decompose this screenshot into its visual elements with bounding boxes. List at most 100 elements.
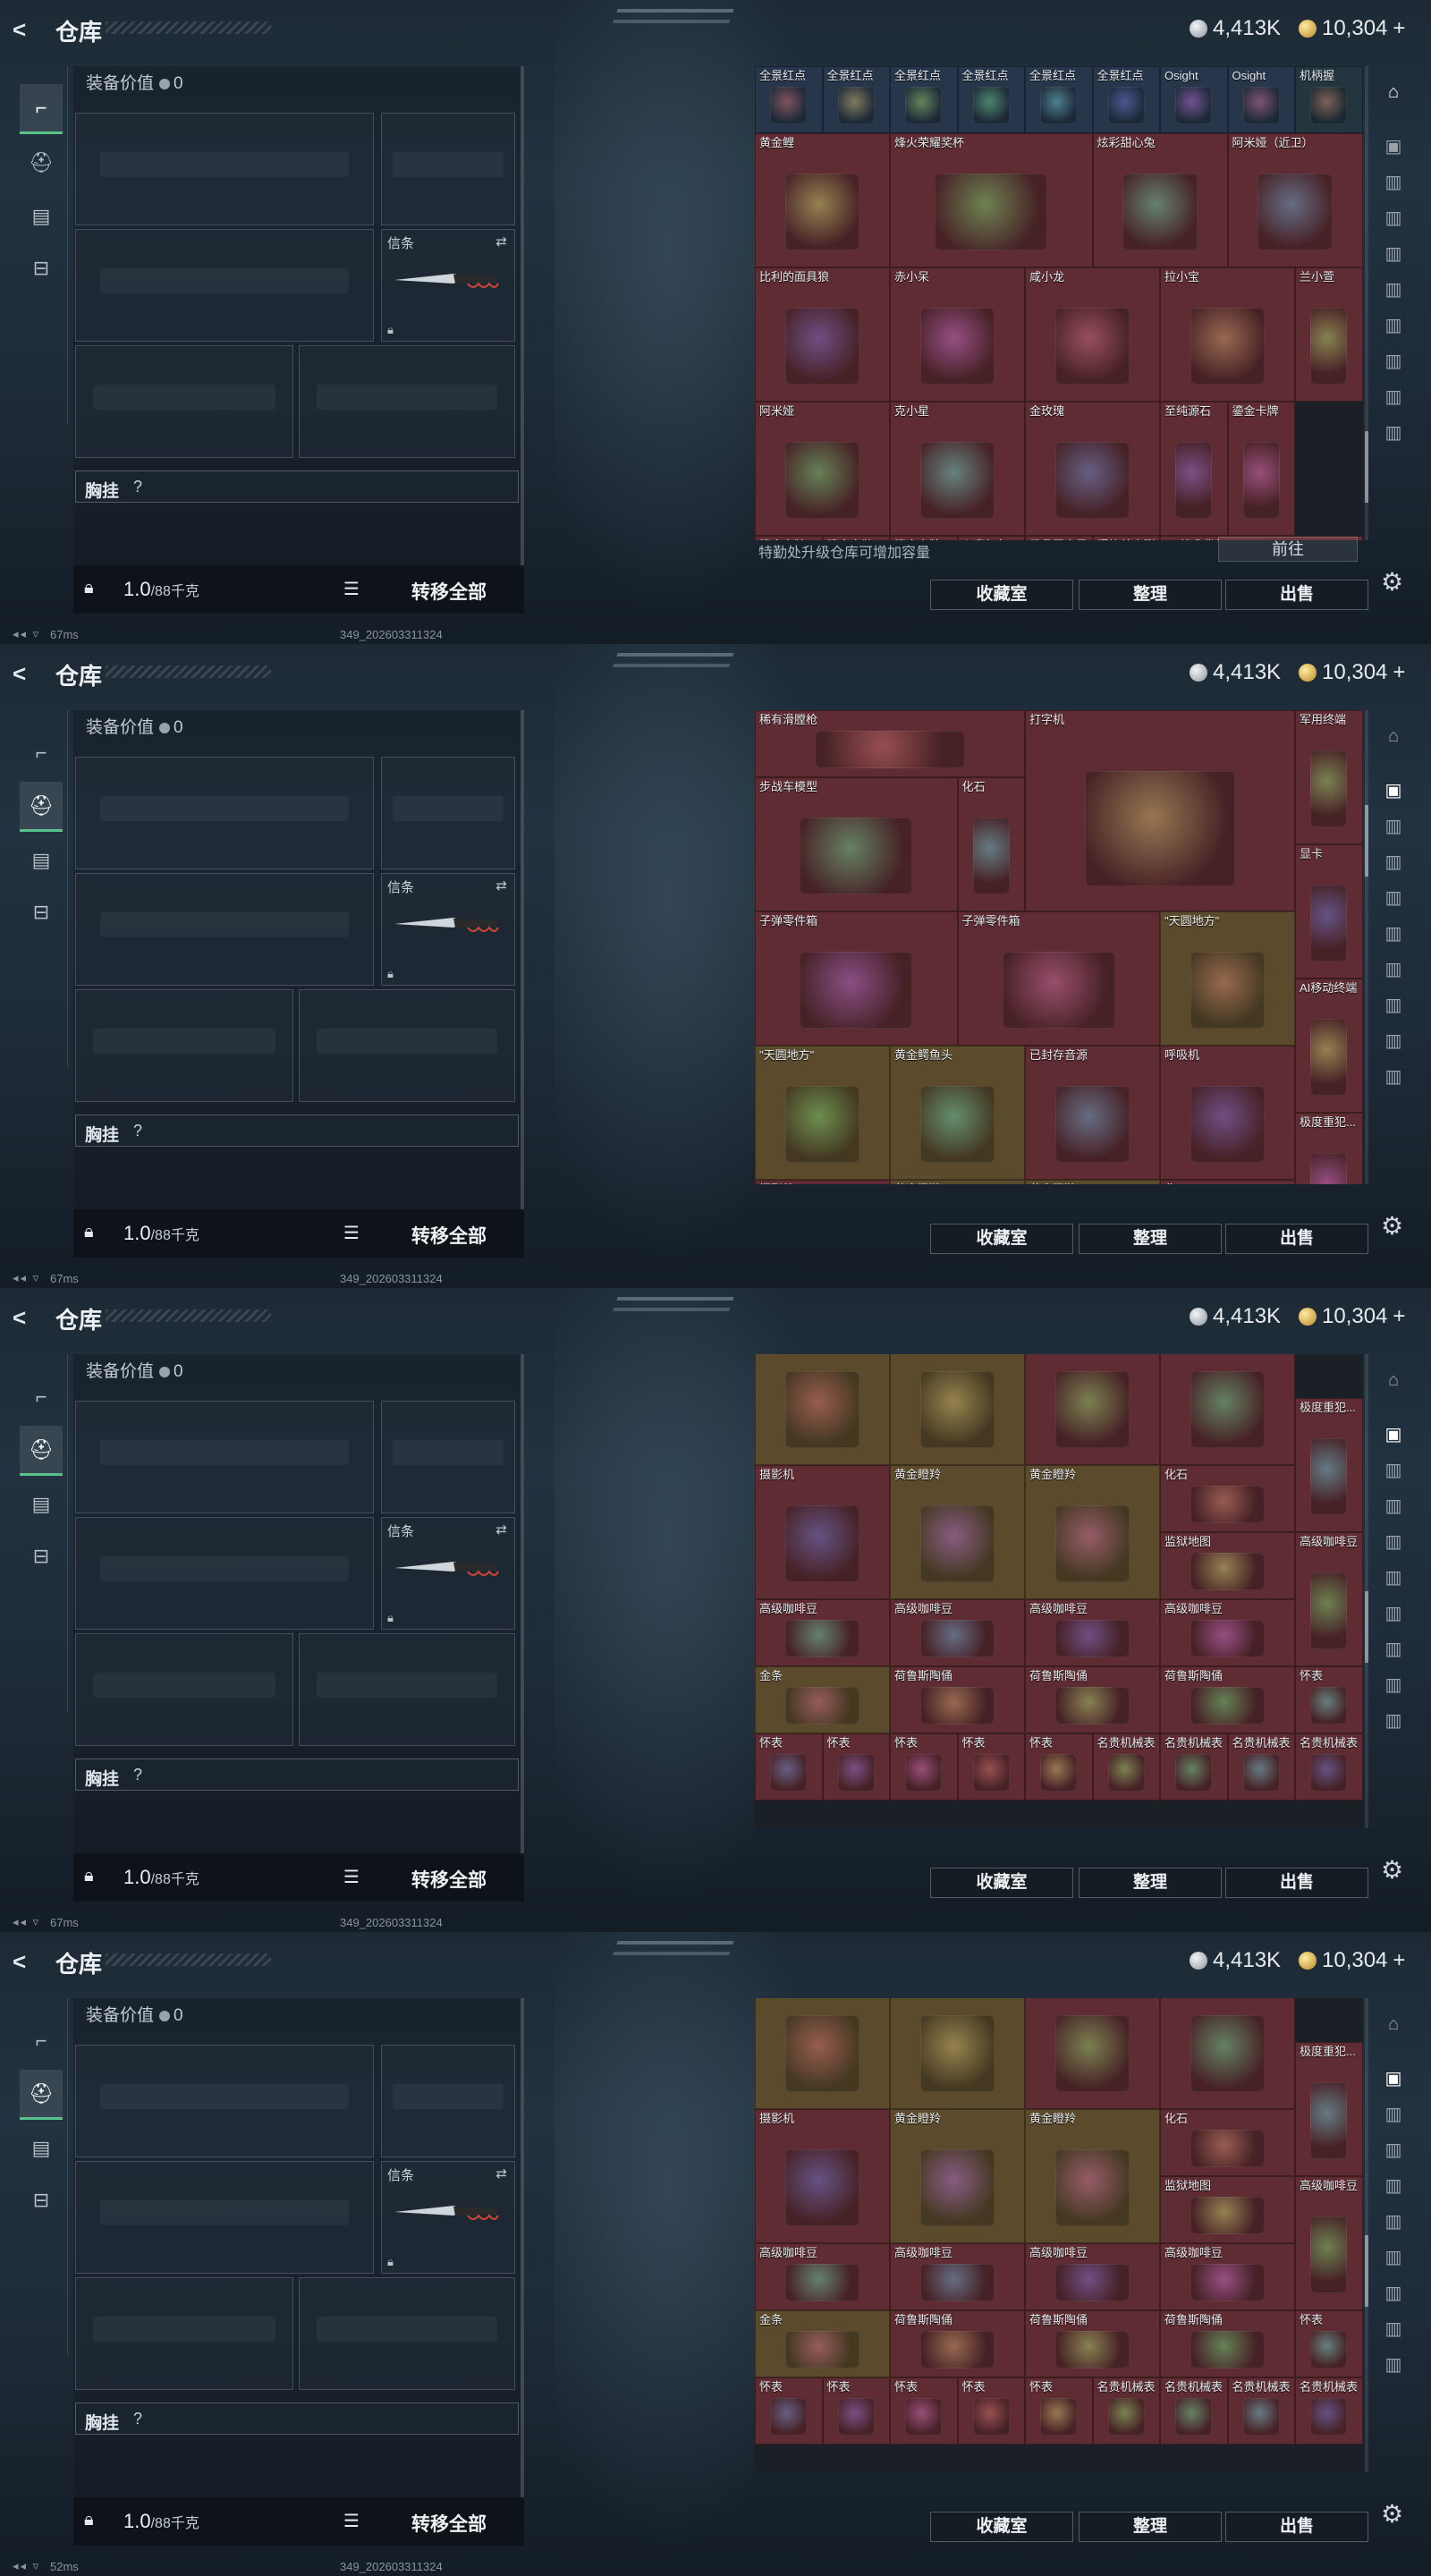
chest-rig-help-icon[interactable]: ? [133,478,142,496]
lock-icon[interactable]: 🔒︎ [84,578,94,598]
stash-item[interactable]: 全景红点 [957,66,1025,133]
currency-add-button[interactable]: + [1393,16,1405,41]
rail-tab-helmet[interactable]: ⛑ [20,2070,63,2120]
stash-item[interactable]: 名贵机械表 [1160,2377,1228,2445]
transfer-all-button[interactable]: 转移全部 [411,1866,487,1893]
pistol-slot[interactable] [381,113,515,225]
currency-silver[interactable]: 4,413K [1190,16,1281,41]
settings-gear-icon[interactable]: ⚙ [1381,1855,1403,1885]
rail-tab-weapon[interactable]: ⌐ [20,2016,63,2066]
back-button[interactable]: < [13,1948,39,1975]
primary-weapon-slot[interactable] [75,2045,374,2157]
stash-item[interactable]: 怀表 [890,2377,958,2445]
right-rail-tab[interactable]: ▥ [1377,309,1410,340]
pistol-slot[interactable] [381,1401,515,1513]
right-rail-tab[interactable]: ▥ [1377,810,1410,841]
organize-button[interactable]: 整理 [1079,2512,1222,2542]
primary-weapon-slot[interactable] [75,1401,374,1513]
rail-tab-weapon[interactable]: ⌐ [20,1372,63,1422]
right-rail-tab[interactable]: ▥ [1377,166,1410,197]
stash-item[interactable]: 全景红点 [1092,66,1160,133]
stash-item[interactable]: 已封存音源 [1025,1998,1160,2109]
chest-rig-help-icon[interactable]: ? [133,2410,142,2428]
melee-slot[interactable]: 信条 ⇄ 🔒︎ [381,2161,515,2274]
melee-slot[interactable]: 信条 ⇄ 🔒︎ [381,873,515,986]
stash-item[interactable]: 名贵机械表 [1092,2377,1160,2445]
rail-tab-briefcase[interactable]: ⊟ [20,243,63,293]
stash-item[interactable]: 子弹零件箱 [755,911,958,1046]
secondary-weapon-slot[interactable] [75,1517,374,1630]
stash-item[interactable]: 极度重犯... [1295,1113,1363,1184]
stash-item[interactable]: 阿米娅（近卫） [1227,133,1363,267]
rail-tab-helmet[interactable]: ⛑ [20,1426,63,1476]
rail-tab-briefcase[interactable]: ⊟ [20,887,63,937]
stash-item[interactable]: 荷鲁斯陶俑 [890,1666,1025,1733]
rail-tab-briefcase[interactable]: ⊟ [20,2175,63,2225]
stash-item[interactable]: 阿米娅 [755,402,890,536]
stash-item[interactable]: 稀有滑膛枪 [755,710,1025,777]
stash-item[interactable]: 全景红点 [755,66,823,133]
chest-rig-slot[interactable]: 胸挂? [75,2402,519,2435]
secondary-weapon-slot[interactable] [75,229,374,342]
lock-icon[interactable]: 🔒︎ [84,2510,94,2530]
right-rail-tab[interactable]: ▣ [1377,2063,1410,2093]
transfer-all-button[interactable]: 转移全部 [411,578,487,605]
stash-item[interactable]: 怀表 [1025,1733,1093,1801]
currency-gold[interactable]: 10,304 + [1299,1304,1405,1329]
primary-weapon-slot[interactable] [75,757,374,869]
stash-item[interactable]: 荷鲁斯陶俑 [1025,2310,1160,2377]
right-rail-tab[interactable]: ▥ [1377,238,1410,268]
stash-item[interactable]: 高级咖啡豆 [890,1599,1025,1666]
list-icon[interactable]: ☰ [343,1866,360,1888]
settings-gear-icon[interactable]: ⚙ [1381,1211,1403,1241]
rail-tab-helmet[interactable]: ⛑ [20,138,63,188]
settings-gear-icon[interactable]: ⚙ [1381,2499,1403,2529]
stash-item[interactable]: 呼吸机 [1160,1046,1295,1180]
stash-scroll-thumb[interactable] [1365,2234,1368,2307]
stash-item[interactable]: 黄金瞪羚 [1025,1465,1160,1599]
right-rail-tab[interactable]: ▥ [1377,274,1410,304]
organize-button[interactable]: 整理 [1079,580,1222,610]
organize-button[interactable]: 整理 [1079,1868,1222,1898]
transfer-all-button[interactable]: 转移全部 [411,2510,487,2537]
stash-item[interactable]: 名贵机械表 [1092,1733,1160,1801]
stash-item[interactable]: 监狱地图 [1160,2176,1295,2243]
stash-item[interactable]: 烽火荣耀奖杯 [890,133,1093,267]
stash-item[interactable]: 炫彩甜心兔 [1092,133,1228,267]
right-rail-tab[interactable]: ▥ [1377,1025,1410,1055]
back-button[interactable]: < [13,660,39,687]
stash-item[interactable]: 荷鲁斯陶俑 [1160,1666,1295,1733]
swap-icon[interactable]: ⇄ [495,877,507,894]
stash-item[interactable]: "天圆地方" [755,1046,890,1180]
right-rail-tab[interactable]: ▥ [1377,1669,1410,1699]
currency-gold[interactable]: 10,304 + [1299,1948,1405,1973]
settings-gear-icon[interactable]: ⚙ [1381,567,1403,597]
transfer-all-button[interactable]: 转移全部 [411,1222,487,1249]
stash-item[interactable]: 黄金鳄鱼头 [890,1354,1025,1465]
stash-item[interactable]: 怀表 [1295,1666,1363,1733]
stash-grid[interactable]: "天圆地方"黄金鳄鱼头已封存音源呼吸机极度重犯... 摄影机 黄金瞪羚 黄金瞪羚 化石监… [755,1998,1363,2472]
stash-scroll-thumb[interactable] [1365,1590,1368,1663]
right-rail-tab[interactable]: ▥ [1377,2349,1410,2379]
stash-item[interactable]: 高级咖啡豆 [1025,1599,1160,1666]
rail-tab-clipboard[interactable]: ▤ [20,835,63,886]
stash-item[interactable]: 黄金瞪羚 [890,1465,1025,1599]
stash-item[interactable]: 名贵机械表 [1295,1733,1363,1801]
sell-button[interactable]: 出售 [1225,1868,1368,1898]
swap-icon[interactable]: ⇄ [495,233,507,250]
melee-slot[interactable]: 信条 ⇄ 🔒︎ [381,1517,515,1630]
stash-item[interactable]: 荷鲁斯陶俑 [890,2310,1025,2377]
stash-grid[interactable]: 全景红点 全景红点 全景红点 全景红点 全景红点 全景红点 Osight Osight 机柄握黄… [755,66,1363,540]
stash-item[interactable]: 鎏金卡牌 [1227,402,1295,536]
stash-item[interactable]: 名贵机械表 [1295,2377,1363,2445]
stash-item[interactable]: 黄金鳄鱼头 [890,1046,1025,1180]
stash-item[interactable]: "天圆地方" [755,1998,890,2109]
sell-button[interactable]: 出售 [1225,1224,1368,1254]
currency-add-button[interactable]: + [1393,1304,1405,1329]
stash-item[interactable]: 怀表 [755,1733,823,1801]
stash-scrollbar[interactable] [1365,66,1368,540]
stash-item[interactable]: 显卡 [1295,844,1363,979]
swap-icon[interactable]: ⇄ [495,2165,507,2182]
stash-item[interactable]: 全景红点 [1025,66,1093,133]
stash-item[interactable]: 全景红点 [822,66,890,133]
